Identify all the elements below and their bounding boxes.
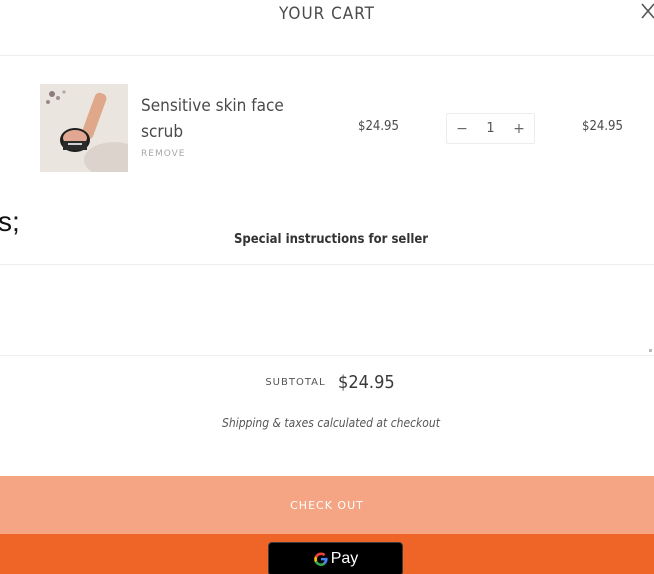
google-pay-button[interactable]: Pay — [268, 542, 403, 574]
remove-link[interactable]: REMOVE — [141, 149, 185, 159]
product-image[interactable] — [40, 84, 128, 172]
line-total: $24.95 — [582, 119, 623, 134]
quantity-input[interactable] — [477, 114, 504, 143]
textarea-resize-handle[interactable] — [649, 349, 652, 352]
subtotal-row: SUBTOTAL $24.95 — [0, 372, 654, 393]
unit-price: $24.95 — [358, 119, 399, 134]
seller-notes-label: Special instructions for seller — [233, 232, 429, 247]
product-name[interactable]: Sensitive skin face scrub — [141, 93, 291, 145]
product-photo — [40, 84, 128, 172]
dynamic-checkout-bar: Pay — [0, 534, 654, 574]
quantity-decrement-button[interactable]: − — [447, 114, 477, 143]
cart-title: YOUR CART — [279, 4, 375, 24]
cart-line-item: Sensitive skin face scrub REMOVE $24.95 … — [0, 56, 654, 200]
checkout-button[interactable]: CHECK OUT — [0, 476, 654, 534]
close-icon — [641, 3, 654, 19]
quantity-increment-button[interactable]: + — [504, 114, 534, 143]
subtotal-label: SUBTOTAL — [265, 377, 326, 388]
shipping-note: Shipping & taxes calculated at checkout — [222, 416, 440, 430]
cart-header: YOUR CART — [0, 0, 654, 56]
google-pay-label: Pay — [330, 550, 359, 567]
seller-notes-textarea[interactable] — [0, 264, 654, 356]
quantity-stepper: − + — [446, 113, 535, 144]
google-g-icon — [313, 552, 328, 566]
subtotal-value: $24.95 — [338, 372, 395, 393]
close-button[interactable] — [640, 2, 654, 20]
